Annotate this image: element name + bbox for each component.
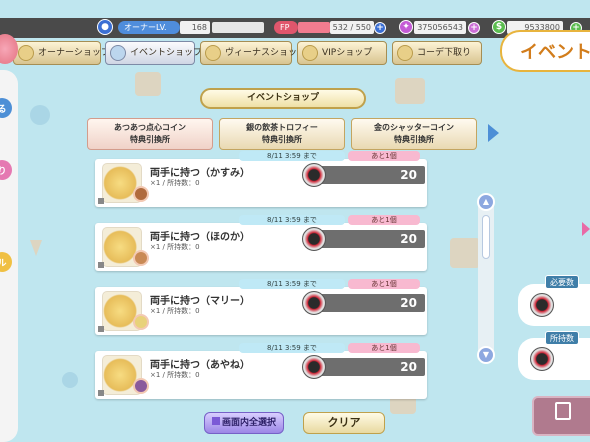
tab-vip-shop[interactable]: VIPショップ bbox=[297, 41, 387, 65]
cart-icon bbox=[555, 402, 571, 420]
gem-icon: ✦ bbox=[399, 20, 413, 34]
heading-text: イベント bbox=[520, 42, 590, 63]
remaining-tag: あと1個 bbox=[348, 343, 420, 353]
select-checkbox[interactable] bbox=[98, 262, 104, 268]
tab-venus-shop[interactable]: ヴィーナスショップ bbox=[200, 41, 306, 65]
coin-currency-icon bbox=[302, 227, 326, 251]
character-face-icon bbox=[133, 314, 149, 330]
character-face-icon bbox=[133, 378, 149, 394]
select-checkbox[interactable] bbox=[98, 390, 104, 396]
exchange-tab-gold-coin[interactable]: 金のシャッターコイン 特典引換所 bbox=[351, 118, 477, 150]
fp-label: FP bbox=[274, 21, 298, 34]
list-item[interactable]: 8/11 3:59 まで あと1個 両手に持つ（ほのか） ×1 / 所持数：0 … bbox=[95, 215, 427, 271]
owner-exp-bar bbox=[212, 22, 264, 33]
item-thumbnail bbox=[102, 163, 149, 203]
deadline-tag: 8/11 3:59 まで bbox=[239, 343, 345, 353]
vip-icon bbox=[302, 45, 318, 61]
owned-coin-icon bbox=[530, 347, 554, 371]
select-checkbox[interactable] bbox=[98, 198, 104, 204]
cost-value: 20 bbox=[400, 296, 417, 310]
character-face-icon bbox=[133, 250, 149, 266]
list-item[interactable]: 8/11 3:59 まで あと1個 両手に持つ（マリー） ×1 / 所持数：0 … bbox=[95, 279, 427, 335]
remaining-tag: あと1個 bbox=[348, 151, 420, 161]
required-panel bbox=[518, 284, 590, 326]
checkbox-icon bbox=[211, 417, 220, 425]
coin-icon: $ bbox=[492, 20, 506, 34]
item-name: 両手に持つ（マリー） bbox=[150, 296, 250, 307]
clear-button[interactable]: クリア bbox=[303, 412, 385, 434]
event-icon bbox=[110, 45, 126, 61]
select-checkbox[interactable] bbox=[98, 326, 104, 332]
page-title: イベントショップ bbox=[200, 88, 366, 109]
cost-value: 20 bbox=[400, 168, 417, 182]
tab-coordinate-tradein[interactable]: コーデ下取り bbox=[392, 41, 482, 65]
item-quantity: ×1 / 所持数：0 bbox=[150, 243, 200, 251]
scrollbar-thumb[interactable] bbox=[482, 215, 490, 259]
list-item[interactable]: 8/11 3:59 まで あと1個 両手に持つ（あやね） ×1 / 所持数：0 … bbox=[95, 343, 427, 399]
cost-bar: 20 bbox=[302, 355, 425, 379]
item-name: 両手に持つ（あやね） bbox=[150, 360, 250, 371]
select-all-button[interactable]: 画面内全選択 bbox=[204, 412, 284, 434]
item-name: 両手に持つ（かすみ） bbox=[150, 168, 250, 179]
exchange-tab-silver-trophy[interactable]: 銀の飲茶トロフィー 特典引換所 bbox=[219, 118, 345, 150]
item-quantity: ×1 / 所持数：0 bbox=[150, 371, 200, 379]
item-quantity: ×1 / 所持数：0 bbox=[150, 179, 200, 187]
owner-level-value: 168 bbox=[180, 21, 210, 34]
scroll-down-button[interactable]: ▼ bbox=[477, 346, 495, 364]
deadline-tag: 8/11 3:59 まで bbox=[239, 279, 345, 289]
item-thumbnail bbox=[102, 227, 149, 267]
cost-bar: 20 bbox=[302, 163, 425, 187]
hanger-icon bbox=[397, 45, 413, 61]
deadline-tag: 8/11 3:59 まで bbox=[239, 215, 345, 225]
shop-icon bbox=[18, 45, 34, 61]
item-thumbnail bbox=[102, 355, 149, 395]
exchange-tab-hot-coin[interactable]: あつあつ点心コイン 特典引換所 bbox=[87, 118, 213, 150]
character-face-icon bbox=[133, 186, 149, 202]
item-name: 両手に持つ（ほのか） bbox=[150, 232, 250, 243]
fp-value: 532 / 550 bbox=[330, 21, 374, 34]
gem-plus-button[interactable]: + bbox=[468, 22, 480, 34]
list-item[interactable]: 8/11 3:59 まで あと1個 両手に持つ（かすみ） ×1 / 所持数：0 … bbox=[95, 151, 427, 207]
cost-value: 20 bbox=[400, 232, 417, 246]
deadline-tag: 8/11 3:59 まで bbox=[239, 151, 345, 161]
remaining-tag: あと1個 bbox=[348, 279, 420, 289]
required-coin-icon bbox=[530, 293, 554, 317]
tab-event-shop[interactable]: イベントショップ bbox=[105, 41, 202, 65]
coin-currency-icon bbox=[302, 291, 326, 315]
item-thumbnail bbox=[102, 291, 149, 331]
cost-bar: 20 bbox=[302, 227, 425, 251]
coin-currency-icon bbox=[302, 355, 326, 379]
cost-bar: 20 bbox=[302, 291, 425, 315]
owner-level-label: オーナーLV. bbox=[118, 21, 180, 34]
owned-label: 所持数 bbox=[545, 331, 579, 345]
coin-currency-icon bbox=[302, 163, 326, 187]
next-arrow-icon[interactable] bbox=[488, 124, 499, 142]
right-arrow-icon[interactable] bbox=[582, 222, 590, 236]
fp-bar bbox=[298, 22, 330, 33]
venus-icon bbox=[205, 45, 221, 61]
item-quantity: ×1 / 所持数：0 bbox=[150, 307, 200, 315]
scroll-up-button[interactable]: ▲ bbox=[477, 193, 495, 211]
tab-owner-shop[interactable]: オーナーショップ bbox=[13, 41, 110, 65]
cost-value: 20 bbox=[400, 360, 417, 374]
required-label: 必要数 bbox=[545, 275, 579, 289]
fp-plus-button[interactable]: + bbox=[374, 22, 386, 34]
user-icon: ● bbox=[97, 19, 113, 35]
remaining-tag: あと1個 bbox=[348, 215, 420, 225]
gem-value: 375056543 bbox=[414, 21, 466, 34]
